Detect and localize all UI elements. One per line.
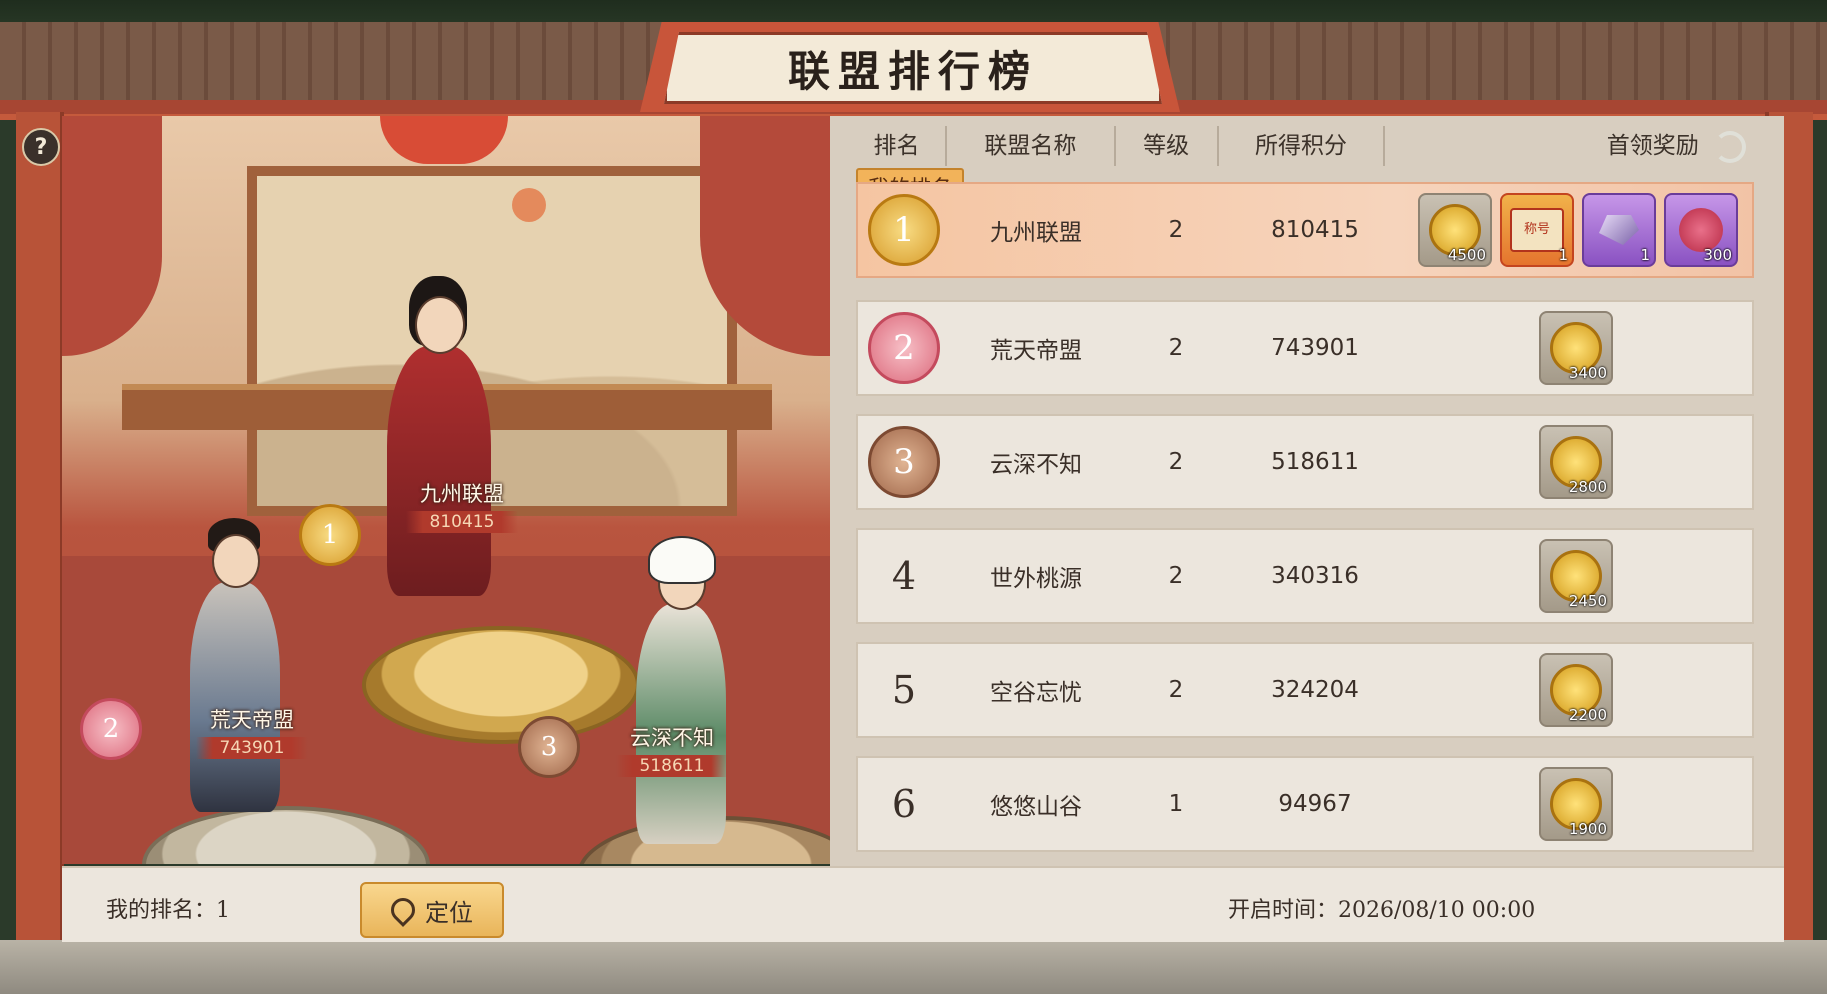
rank-number: 6: [891, 782, 917, 826]
silver-medal-icon: 2: [868, 312, 940, 384]
bottom-bar: 我的排名：1 定位 开启时间：2026/08/10 00:00: [62, 866, 1784, 942]
bronze-medal-icon: 3: [868, 426, 940, 498]
reward-list: 2200: [1400, 653, 1752, 727]
reward-qty: 1900: [1568, 820, 1607, 838]
gold-medal-icon: 1: [868, 194, 940, 266]
reward-item[interactable]: 2200: [1539, 653, 1613, 727]
podium-medal-2: 2: [80, 698, 142, 760]
reward-qty: 2450: [1568, 592, 1607, 610]
alliance-score: 810415: [1271, 217, 1359, 243]
leaderboard-panel: 排名 联盟名称 等级 所得积分 首领奖励 我的排名 1 九州联盟 2 81041…: [830, 116, 1784, 866]
table-row[interactable]: 3 云深不知 2 518611 2800: [856, 414, 1754, 510]
left-curtain: [62, 116, 162, 356]
alliance-level: 2: [1168, 677, 1184, 703]
reward-qty: 4500: [1447, 246, 1486, 264]
reward-item[interactable]: 1900: [1539, 767, 1613, 841]
reward-item[interactable]: 2450: [1539, 539, 1613, 613]
location-pin-icon: [386, 893, 420, 927]
alliance-name: 九州联盟: [990, 220, 1082, 246]
podium-medal-3: 3: [518, 716, 580, 778]
alliance-score: 94967: [1278, 791, 1352, 817]
podium-medal-1: 1: [299, 504, 361, 566]
alliance-level: 1: [1168, 791, 1184, 817]
title-plaque: 联盟排行榜: [664, 32, 1162, 104]
rank-number: 4: [891, 554, 917, 598]
alliance-score: 324204: [1271, 677, 1359, 703]
header-reward: 首领奖励: [1385, 126, 1766, 166]
page-title: 联盟排行榜: [787, 46, 1038, 96]
reward-item[interactable]: 1: [1582, 193, 1656, 267]
header-reward-label: 首领奖励: [1606, 133, 1699, 159]
alliance-level: 2: [1168, 563, 1184, 589]
podium-stage: 1 九州联盟 810415 2 荒天帝盟 743901 3 云深不知 51861…: [62, 116, 830, 864]
reward-qty: 300: [1703, 246, 1732, 264]
refresh-icon[interactable]: [1714, 131, 1746, 163]
podium-label-1: 九州联盟 810415: [362, 478, 562, 533]
alliance-score: 518611: [1271, 449, 1359, 475]
table-row[interactable]: 6 悠悠山谷 1 94967 1900: [856, 756, 1754, 852]
left-pillar: [16, 112, 64, 942]
lantern: [380, 116, 508, 164]
alliance-level: 2: [1168, 335, 1184, 361]
locate-button-label: 定位: [425, 898, 473, 927]
sun-decoration: [512, 188, 546, 222]
gem-icon: [1599, 215, 1639, 245]
alliance-name: 悠悠山谷: [990, 794, 1082, 820]
character-rank-1[interactable]: [377, 276, 507, 606]
alliance-level: 2: [1168, 217, 1184, 243]
podium-name-1: 九州联盟: [420, 482, 504, 506]
alliance-name: 荒天帝盟: [990, 338, 1082, 364]
reward-list: 4500 称号 1 1 300: [1400, 193, 1752, 267]
reward-qty: 1: [1640, 246, 1650, 264]
table-row[interactable]: 5 空谷忘忧 2 324204 2200: [856, 642, 1754, 738]
table-row[interactable]: 1 九州联盟 2 810415 4500 称号 1 1 300: [856, 182, 1754, 278]
table-row[interactable]: 2 荒天帝盟 2 743901 3400: [856, 300, 1754, 396]
alliance-name: 空谷忘忧: [990, 680, 1082, 706]
character-rank-2[interactable]: [172, 506, 302, 826]
podium-score-1: 810415: [405, 511, 519, 533]
alliance-name: 云深不知: [990, 452, 1082, 478]
reward-item[interactable]: 2800: [1539, 425, 1613, 499]
header-level: 等级: [1116, 126, 1219, 166]
reward-qty: 2200: [1568, 706, 1607, 724]
podium-name-3: 云深不知: [630, 726, 714, 750]
header-rank: 排名: [848, 126, 947, 166]
reward-qty: 3400: [1568, 364, 1607, 382]
character-rank-3[interactable]: [622, 528, 742, 848]
table-row[interactable]: 4 世外桃源 2 340316 2450: [856, 528, 1754, 624]
header-name: 联盟名称: [947, 126, 1116, 166]
reward-item[interactable]: 称号 1: [1500, 193, 1574, 267]
table-header: 排名 联盟名称 等级 所得积分 首领奖励: [848, 124, 1766, 168]
rank-cell: 2: [858, 312, 950, 384]
podium-score-2: 743901: [195, 737, 309, 759]
reward-qty: 2800: [1568, 478, 1607, 496]
alliance-score: 340316: [1271, 563, 1359, 589]
rank-number: 5: [891, 668, 917, 712]
podium-label-3: 云深不知 518611: [572, 722, 772, 777]
header-score: 所得积分: [1219, 126, 1386, 166]
rank-cell: 3: [858, 426, 950, 498]
open-time-text: 开启时间：2026/08/10 00:00: [1228, 898, 1536, 923]
rank-cell: 1: [858, 194, 950, 266]
reward-list: 2450: [1400, 539, 1752, 613]
podium-label-2: 荒天帝盟 743901: [152, 704, 352, 759]
podium-score-3: 518611: [615, 755, 729, 777]
locate-button[interactable]: 定位: [360, 882, 504, 938]
alliance-level: 2: [1168, 449, 1184, 475]
title-card-icon: 称号: [1510, 208, 1564, 252]
reward-list: 3400: [1400, 311, 1752, 385]
reward-item[interactable]: 4500: [1418, 193, 1492, 267]
alliance-score: 743901: [1271, 335, 1359, 361]
reward-list: 1900: [1400, 767, 1752, 841]
floor: [0, 940, 1827, 994]
my-rank-text: 我的排名：1: [106, 898, 230, 923]
podium-name-2: 荒天帝盟: [210, 708, 294, 732]
reward-qty: 1: [1558, 246, 1568, 264]
reward-item[interactable]: 300: [1664, 193, 1738, 267]
reward-item[interactable]: 3400: [1539, 311, 1613, 385]
reward-list: 2800: [1400, 425, 1752, 499]
alliance-name: 世外桃源: [990, 566, 1082, 592]
help-button[interactable]: ?: [22, 128, 60, 166]
